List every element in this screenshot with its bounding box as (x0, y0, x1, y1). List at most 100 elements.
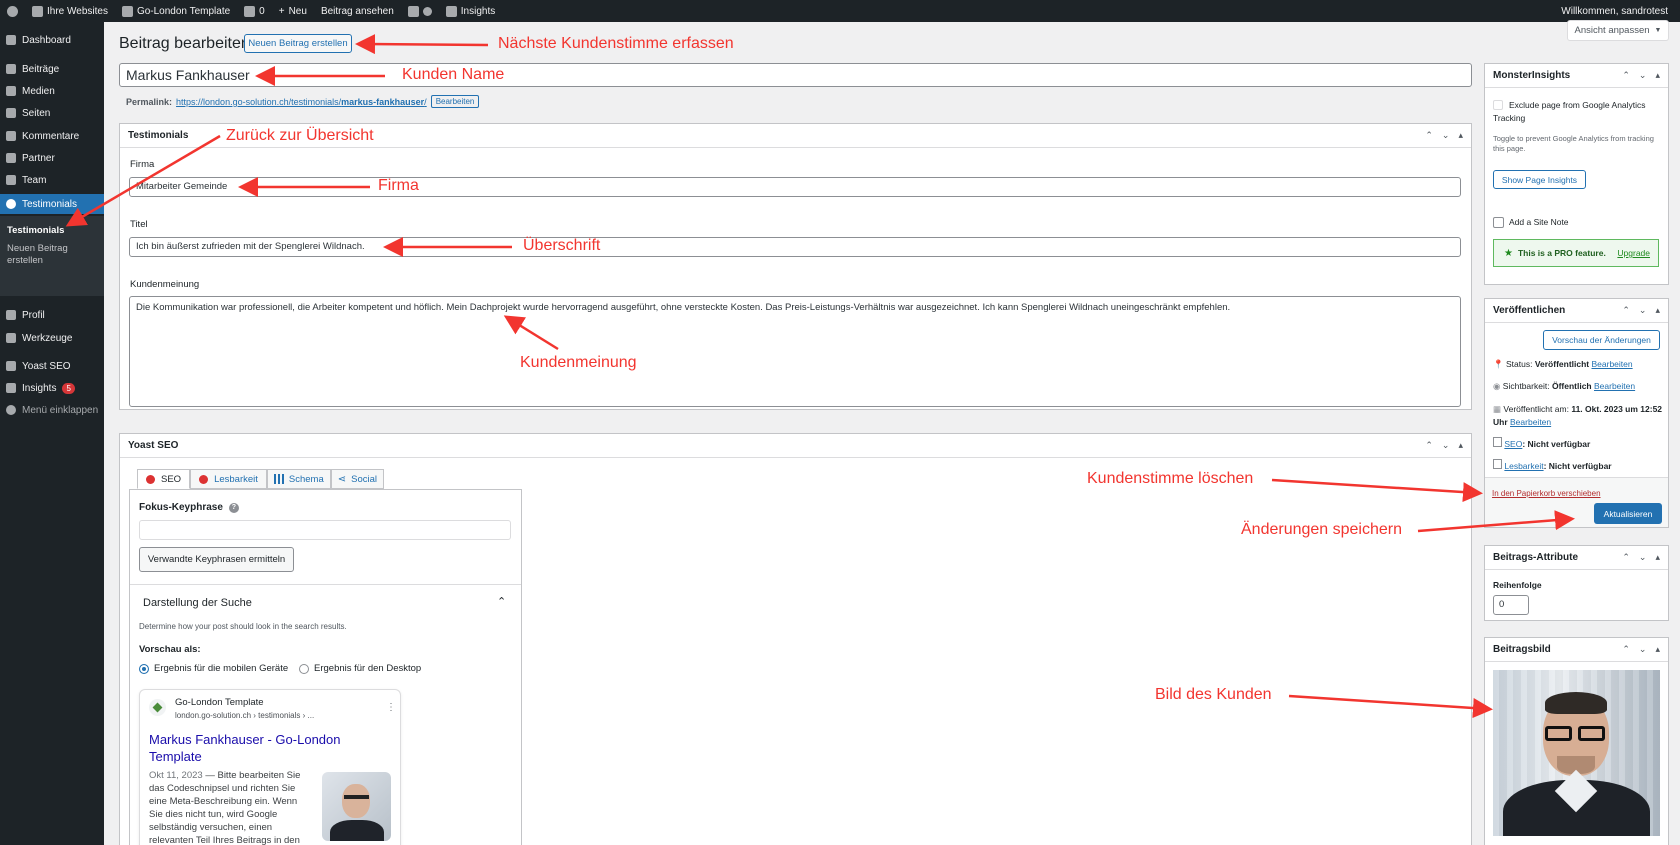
toggle-panel-icon[interactable]: ▴ (1655, 70, 1660, 81)
post-title-input[interactable]: Markus Fankhauser (119, 63, 1472, 87)
sidebar-item-profile[interactable]: Profil (0, 305, 104, 325)
update-button[interactable]: Aktualisieren (1594, 503, 1662, 524)
featured-image-photo[interactable] (1493, 670, 1660, 836)
move-down-icon[interactable]: ⌄ (1639, 70, 1647, 81)
move-down-icon[interactable]: ⌄ (1639, 644, 1647, 655)
annotation-back: Zurück zur Übersicht (226, 127, 374, 144)
permalink-edit-button[interactable]: Bearbeiten (430, 95, 480, 108)
move-down-icon[interactable]: ⌄ (1442, 440, 1450, 451)
plus-icon: + (278, 5, 285, 17)
status-edit-link[interactable]: Bearbeiten (1592, 359, 1633, 369)
wordpress-logo[interactable] (0, 0, 25, 22)
firma-input[interactable]: Mitarbeiter Gemeinde (129, 177, 1461, 197)
visibility-edit-link[interactable]: Bearbeiten (1594, 381, 1635, 391)
screen-options-button[interactable]: Ansicht anpassen ▼ (1567, 20, 1669, 41)
help-icon[interactable]: ? (228, 502, 239, 513)
sidebar-item-comments[interactable]: Kommentare (0, 126, 104, 146)
seo-link[interactable]: SEO (1504, 439, 1522, 449)
annotation-heading: Überschrift (523, 237, 601, 254)
chevron-up-icon[interactable]: ⌃ (497, 595, 506, 608)
sidebar-item-insights[interactable]: Insights 5 (0, 378, 104, 398)
preview-as-label: Vorschau als: (139, 644, 201, 655)
insights-menu[interactable]: Insights (439, 0, 502, 22)
user-menu[interactable]: Willkommen, sandrotest (1554, 0, 1680, 22)
move-up-icon[interactable]: ⌃ (1622, 552, 1630, 563)
site-note-label: Add a Site Note (1509, 217, 1569, 227)
order-input[interactable]: 0 (1493, 595, 1529, 615)
pro-feature-notice: ★ This is a PRO feature. Upgrade (1493, 239, 1659, 267)
snippet-text: Okt 11, 2023 — Bitte bearbeiten Sie das … (149, 770, 301, 845)
submenu-item-new-post[interactable]: Neuen Beitrag erstellen (7, 243, 97, 267)
sidebar-item-media[interactable]: Medien (0, 81, 104, 101)
star-icon: ★ (1504, 247, 1513, 259)
move-up-icon[interactable]: ⌃ (1622, 305, 1630, 316)
sidebar-item-yoast[interactable]: Yoast SEO (0, 356, 104, 376)
snippet-title[interactable]: Markus Fankhauser - Go-London Template (149, 731, 359, 765)
sidebar-item-pages[interactable]: Seiten (0, 103, 104, 123)
toggle-help-text: Toggle to prevent Google Analytics from … (1493, 134, 1654, 153)
comments-menu[interactable]: 0 (237, 0, 272, 22)
readability-row: Lesbarkeit: Nicht verfügbar (1493, 459, 1612, 471)
pin-icon (6, 64, 16, 74)
site-name-menu[interactable]: Go-London Template (115, 0, 237, 22)
sidebar-item-posts[interactable]: Beiträge (0, 59, 104, 79)
sidebar-item-testimonials[interactable]: Testimonials (0, 194, 104, 214)
my-sites-menu[interactable]: Ihre Websites (25, 0, 115, 22)
tab-seo[interactable]: SEO (137, 469, 191, 489)
move-down-icon[interactable]: ⌄ (1639, 552, 1647, 563)
radio-desktop[interactable]: Ergebnis für den Desktop (299, 663, 421, 674)
move-to-trash-link[interactable]: In den Papierkorb verschieben (1492, 489, 1601, 498)
user-icon (6, 153, 16, 163)
yoast-menu[interactable] (401, 0, 439, 22)
testimonials-submenu: Testimonials Neuen Beitrag erstellen (0, 216, 104, 296)
move-down-icon[interactable]: ⌄ (1442, 130, 1450, 141)
wordpress-icon (7, 5, 18, 17)
publish-title: Veröffentlichen (1493, 305, 1566, 316)
firma-label: Firma (130, 159, 155, 170)
tab-readability[interactable]: Lesbarkeit (190, 469, 267, 489)
exclude-label: Exclude page from Google Analytics Track… (1493, 100, 1646, 123)
move-up-icon[interactable]: ⌃ (1425, 440, 1433, 451)
bar-chart-icon (445, 5, 457, 17)
new-content-menu[interactable]: + Neu (272, 0, 314, 22)
toggle-panel-icon[interactable]: ▴ (1655, 305, 1660, 316)
comment-icon (6, 131, 16, 141)
permalink-link[interactable]: https://london.go-solution.ch/testimonia… (176, 97, 427, 107)
more-vertical-icon[interactable]: ⋮ (386, 702, 396, 713)
move-down-icon[interactable]: ⌄ (1639, 305, 1647, 316)
related-keyphrases-button[interactable]: Verwandte Keyphrasen ermitteln (139, 547, 294, 572)
sidebar-item-dashboard[interactable]: Dashboard (0, 30, 104, 50)
calendar-icon: ▦ (1493, 404, 1502, 414)
view-post-link[interactable]: Beitrag ansehen (314, 0, 401, 22)
show-page-insights-button[interactable]: Show Page Insights (1493, 170, 1586, 189)
new-post-button[interactable]: Neuen Beitrag erstellen (244, 34, 352, 53)
toggle-panel-icon[interactable]: ▴ (1458, 130, 1463, 141)
date-edit-link[interactable]: Bearbeiten (1510, 417, 1551, 427)
move-up-icon[interactable]: ⌃ (1622, 644, 1630, 655)
tab-schema[interactable]: Schema (266, 469, 331, 489)
upgrade-link[interactable]: Upgrade (1617, 248, 1650, 258)
insights-icon (6, 383, 16, 393)
titel-input[interactable]: Ich bin äußerst zufrieden mit der Spengl… (129, 237, 1461, 257)
readability-link[interactable]: Lesbarkeit (1504, 461, 1543, 471)
kundenmeinung-textarea[interactable]: Die Kommunikation war professionell, die… (129, 296, 1461, 407)
toggle-panel-icon[interactable]: ▴ (1655, 644, 1660, 655)
sidebar-item-tools[interactable]: Werkzeuge (0, 328, 104, 348)
grid-icon (273, 474, 284, 484)
submenu-item-testimonials[interactable]: Testimonials (7, 225, 97, 237)
toggle-panel-icon[interactable]: ▴ (1458, 440, 1463, 451)
preview-changes-button[interactable]: Vorschau der Änderungen (1543, 330, 1660, 350)
sidebar-item-team[interactable]: Team (0, 170, 104, 190)
tab-social[interactable]: ⋖ Social (330, 469, 385, 489)
toggle-panel-icon[interactable]: ▴ (1655, 552, 1660, 563)
keyphrase-input[interactable] (139, 520, 511, 540)
sidebar-item-partner[interactable]: Partner (0, 148, 104, 168)
move-up-icon[interactable]: ⌃ (1425, 130, 1433, 141)
comment-icon (244, 5, 256, 17)
sidebar-collapse-menu[interactable]: Menü einklappen (0, 400, 104, 420)
dashboard-icon (6, 35, 16, 45)
move-up-icon[interactable]: ⌃ (1622, 70, 1630, 81)
site-note-checkbox[interactable] (1493, 217, 1504, 228)
radio-mobile[interactable]: Ergebnis für die mobilen Geräte (139, 663, 288, 674)
yoast-tabs: SEO Lesbarkeit Schema ⋖ Social (137, 469, 385, 489)
